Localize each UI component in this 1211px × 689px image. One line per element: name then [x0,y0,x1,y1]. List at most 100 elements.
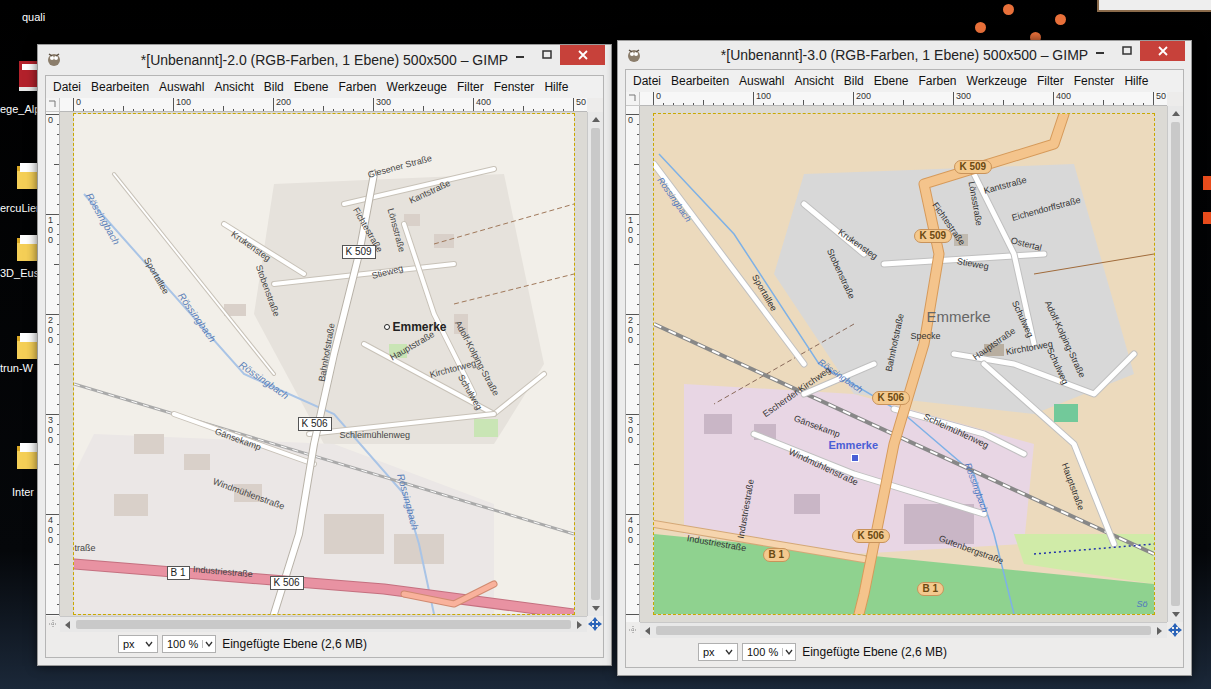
desktop-icon-label[interactable]: ercuLier [0,203,40,214]
ruler-label: 400 [476,98,491,107]
navigate-icon[interactable] [587,616,603,632]
desktop-icon-label[interactable]: trun-W [0,363,33,374]
gimp-icon [626,47,642,63]
menu-item[interactable]: Bearbeiten [86,81,154,93]
window-controls [506,45,605,65]
maximize-icon[interactable] [533,45,560,65]
chevron-icon[interactable] [725,648,733,656]
close-icon[interactable] [1140,41,1185,61]
scroll-left-icon[interactable] [60,617,76,632]
maximize-icon[interactable] [1113,41,1140,61]
scroll-up-icon[interactable] [1168,106,1183,122]
vertical-scrollbar[interactable] [587,112,603,616]
scroll-thumb[interactable] [76,620,571,629]
horizontal-scrollbar[interactable] [60,616,587,632]
menu-item[interactable]: Auswahl [734,75,789,87]
horizontal-scrollbar[interactable] [640,622,1167,638]
quickmask-icon[interactable] [626,92,640,106]
map-label: K 506 [852,529,891,543]
minimize-icon[interactable] [506,45,533,65]
minimize-icon[interactable] [1086,41,1113,61]
navigate-icon[interactable] [1167,622,1183,638]
title-bar[interactable]: *[Unbenannt]-3.0 (RGB-Farben, 1 Ebene) 5… [618,41,1191,69]
scroll-down-icon[interactable] [1168,606,1183,622]
menu-item[interactable]: Ebene [289,81,334,93]
scroll-left-icon[interactable] [640,623,656,638]
ruler-label: 0 [76,98,81,107]
navigate-toggle-icon[interactable] [626,622,640,638]
scroll-up-icon[interactable] [588,112,603,128]
map-label: K 509 [342,245,376,259]
map-label-text: K 506 [298,417,332,431]
scroll-thumb[interactable] [591,128,600,600]
wallpaper-dot [1055,14,1066,25]
close-icon[interactable] [560,45,605,65]
chevron-icon[interactable] [782,648,793,656]
ruler-label: 400 [1056,92,1071,101]
window-client: DateiBearbeitenAuswahlAnsichtBildEbeneFa… [625,69,1184,668]
title-bar[interactable]: *[Unbenannt]-2.0 (RGB-Farben, 1 Ebene) 5… [38,45,611,75]
menu-item[interactable]: Filter [1032,75,1069,87]
zoom-dropdown[interactable]: 100 % [742,643,796,661]
menu-item[interactable]: Farben [914,75,962,87]
desktop-icon-label[interactable]: quali [22,12,45,23]
vertical-scrollbar[interactable] [1167,106,1183,622]
menu-item[interactable]: Ansicht [209,81,258,93]
chevron-icon[interactable] [202,640,213,648]
ruler-spacer [1167,92,1183,106]
menu-item[interactable]: Bearbeiten [666,75,734,87]
ruler-row: 010020030040050 [626,92,1183,106]
zoom-dropdown[interactable]: 100 % [162,635,216,653]
canvas-row: 0100200300400 Giesener StraßeKantstraßeFi… [46,112,603,616]
status-bar: px100 %Eingefügte Ebene (2,6 MB) [46,632,603,656]
ruler-label: 400 [628,516,633,546]
window-title: *[Unbenannt]-2.0 (RGB-Farben, 1 Ebene) 5… [78,45,571,75]
scroll-down-icon[interactable] [588,600,603,616]
menu-item[interactable]: Datei [628,75,666,87]
canvas-area: Giesener StraßeKantstraßeFichtestraßeLön… [60,112,587,616]
scroll-right-icon[interactable] [571,617,587,632]
unit-dropdown[interactable]: px [118,635,158,653]
map-canvas[interactable]: RössingbachK 509LönsstraßeKantstraßeFich… [654,114,1154,614]
chevron-icon[interactable] [145,640,153,648]
desktop-icon-label[interactable]: ege_Alp [0,104,40,115]
map-label-text: K 509 [342,245,376,259]
vertical-ruler: 0100200300400 [46,112,60,616]
menu-item[interactable]: Auswahl [154,81,209,93]
ruler-label: 200 [628,316,633,346]
map-label-text: traße [75,544,96,553]
menu-bar: DateiBearbeitenAuswahlAnsichtBildEbeneFa… [626,70,1183,92]
map-canvas[interactable]: Giesener StraßeKantstraßeFichtestraßeLön… [74,114,574,614]
desktop-icon-label[interactable]: 3D_Eus [0,268,39,279]
unit-dropdown[interactable]: px [698,643,738,661]
horizontal-ruler: 010020030040050 [640,92,1167,106]
desktop-icon-label[interactable]: Inter [12,487,34,498]
menu-item[interactable]: Fenster [489,81,540,93]
map-label-text: Emmerke [927,309,991,324]
menu-item[interactable]: Bild [259,81,289,93]
menu-item[interactable]: Werkzeuge [382,81,452,93]
menu-item[interactable]: Werkzeuge [962,75,1032,87]
map-label: B 1 [763,548,791,562]
map-label-text: K 509 [914,229,953,243]
quickmask-icon[interactable] [46,98,60,112]
scroll-row [626,622,1183,638]
menu-item[interactable]: Fenster [1069,75,1120,87]
scroll-thumb[interactable] [1171,122,1180,606]
map-label-text: B 1 [763,548,791,562]
scroll-right-icon[interactable] [1151,623,1167,638]
menu-item[interactable]: Filter [452,81,489,93]
zoom-value: 100 % [167,639,198,650]
scroll-thumb[interactable] [656,626,1151,635]
menu-item[interactable]: Ansicht [789,75,838,87]
menu-item[interactable]: Ebene [869,75,914,87]
horizontal-ruler: 010020030040050 [60,98,587,112]
menu-item[interactable]: Hilfe [539,81,573,93]
map-label: K 506 [298,417,332,431]
menu-item[interactable]: Bild [839,75,869,87]
menu-item[interactable]: Hilfe [1119,75,1153,87]
map-label: Emmerke [829,440,879,451]
menu-item[interactable]: Farben [334,81,382,93]
navigate-toggle-icon[interactable] [46,616,60,632]
menu-item[interactable]: Datei [48,81,86,93]
